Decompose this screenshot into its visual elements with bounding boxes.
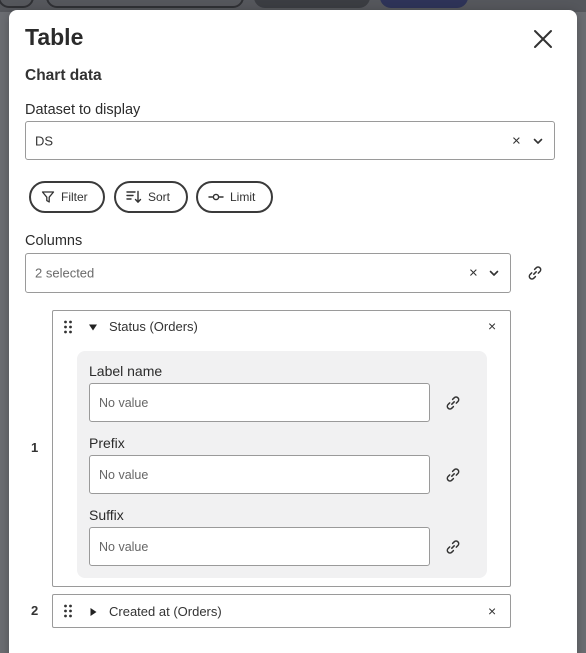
drag-handle-icon[interactable] — [63, 604, 73, 618]
field-label: Label name — [89, 363, 163, 379]
column-name: Status (Orders) — [109, 319, 198, 334]
sort-button[interactable]: Sort — [114, 181, 188, 213]
limit-label: Limit — [230, 190, 256, 204]
caret-down-icon[interactable] — [88, 323, 98, 332]
columns-summary: 2 selected — [35, 265, 95, 281]
link-icon[interactable] — [445, 539, 461, 555]
filter-button[interactable]: Filter — [29, 181, 105, 213]
link-icon[interactable] — [527, 265, 543, 281]
limit-icon — [208, 193, 224, 201]
column-settings-panel: Label name Prefix Suffix — [77, 351, 487, 578]
modal-title: Table — [25, 24, 84, 50]
filter-icon — [41, 191, 55, 203]
field-label: Prefix — [89, 435, 125, 451]
drag-handle-icon[interactable] — [63, 320, 73, 334]
column-index: 1 — [31, 440, 39, 455]
prefix-input[interactable] — [89, 455, 430, 494]
columns-label: Columns — [25, 233, 83, 249]
link-icon[interactable] — [445, 467, 461, 483]
clear-columns-button[interactable]: × — [469, 265, 478, 282]
background-button — [380, 0, 468, 8]
limit-button[interactable]: Limit — [196, 181, 273, 213]
label-name-input[interactable] — [89, 383, 430, 422]
columns-select[interactable]: 2 selected × — [25, 253, 511, 293]
field-label: Suffix — [89, 507, 124, 523]
sort-label: Sort — [148, 190, 171, 204]
remove-column-button[interactable]: × — [488, 603, 496, 619]
column-card: Created at (Orders) × — [52, 594, 511, 628]
table-settings-modal: Table Chart data Dataset to display DS ×… — [9, 10, 577, 653]
dataset-value: DS — [35, 133, 54, 148]
link-icon[interactable] — [445, 395, 461, 411]
clear-dataset-button[interactable]: × — [512, 132, 521, 149]
chevron-down-icon[interactable] — [532, 135, 544, 147]
column-card: Status (Orders) × Label name Prefix Suff… — [52, 310, 511, 587]
chevron-down-icon[interactable] — [488, 267, 500, 279]
column-name: Created at (Orders) — [109, 604, 222, 619]
dataset-select[interactable]: DS × — [25, 121, 555, 160]
dataset-label: Dataset to display — [25, 102, 141, 118]
column-index: 2 — [31, 603, 39, 618]
sort-icon — [126, 190, 142, 203]
background-button — [46, 0, 244, 8]
suffix-input[interactable] — [89, 527, 430, 566]
filter-label: Filter — [61, 190, 88, 204]
remove-column-button[interactable]: × — [488, 318, 496, 334]
section-title: Chart data — [25, 67, 102, 84]
caret-right-icon[interactable] — [89, 607, 98, 617]
background-button — [254, 0, 370, 8]
close-icon[interactable] — [531, 27, 555, 51]
